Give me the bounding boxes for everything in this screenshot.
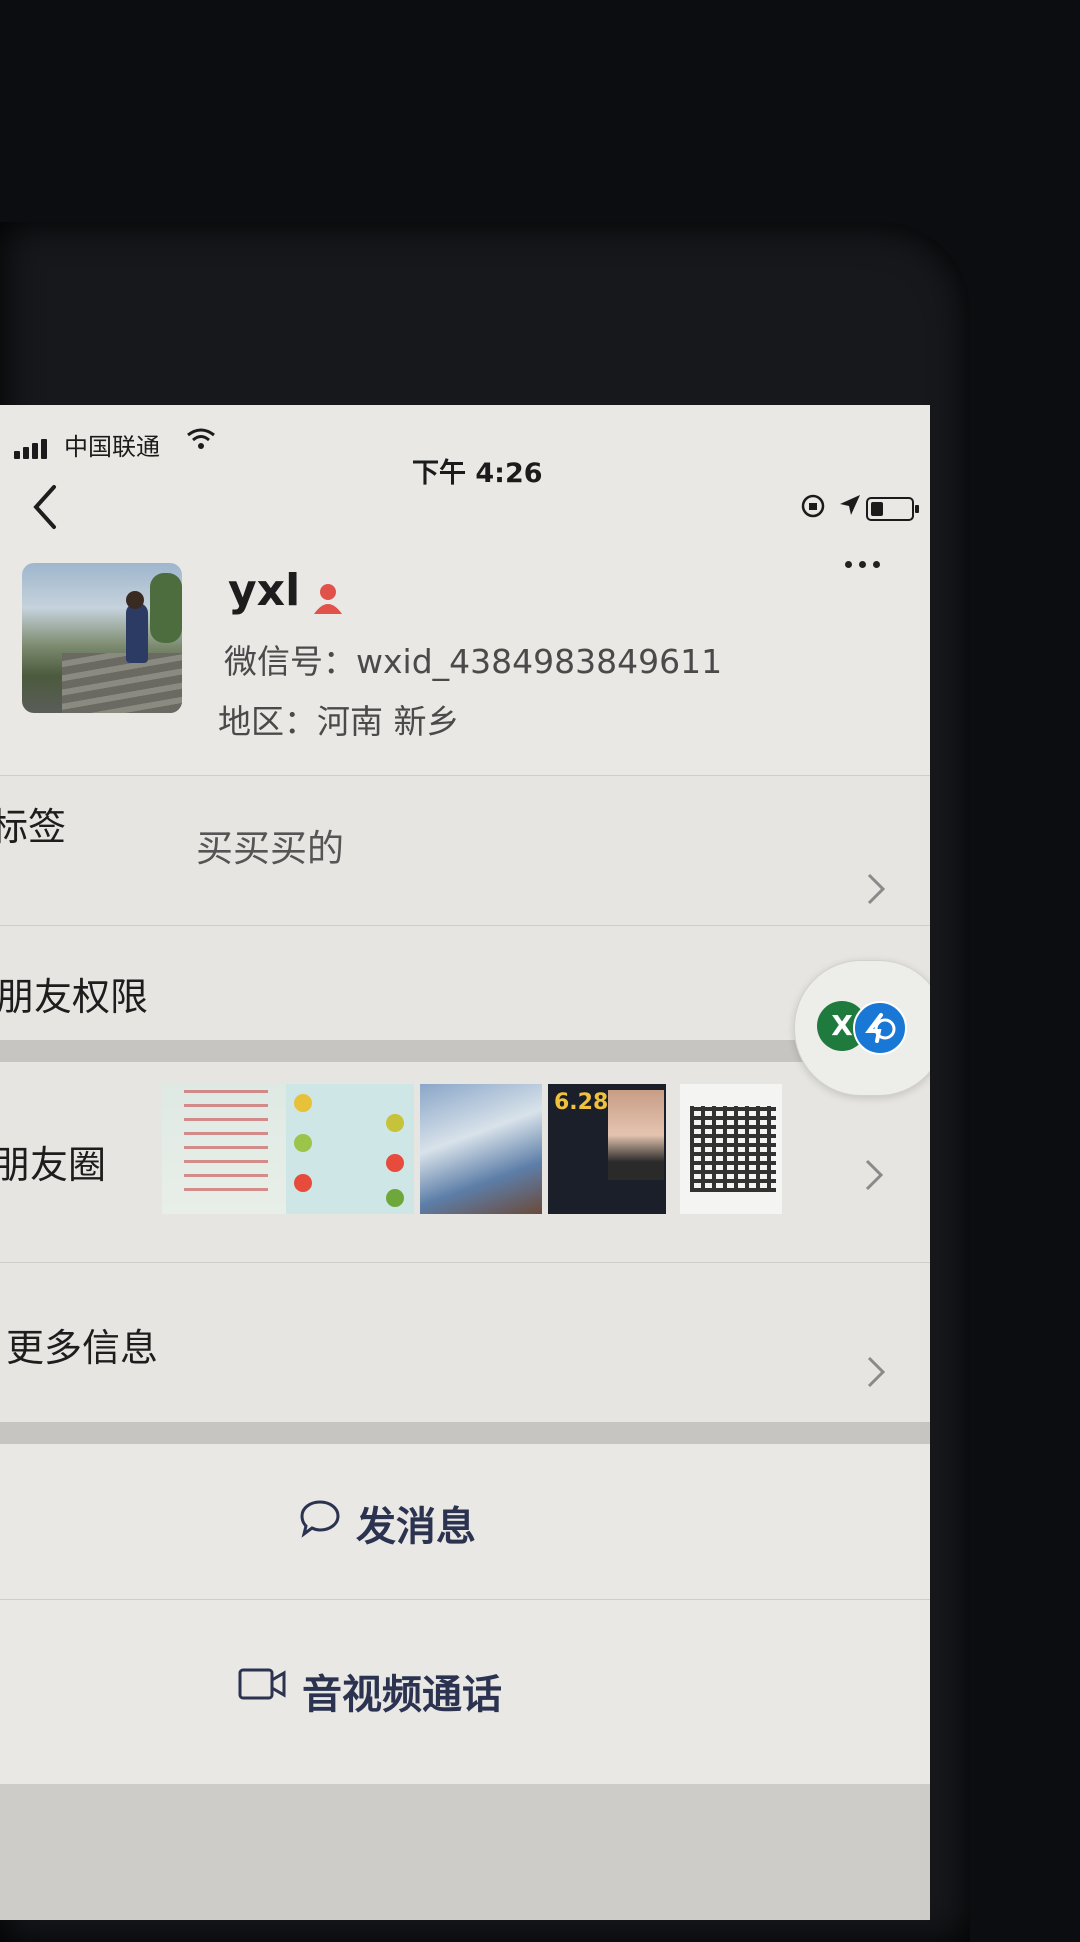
more-info-label: 更多信息 [6,1326,159,1370]
moments-thumb-poster: 6.28 [548,1084,666,1214]
chevron-right-icon [867,873,886,905]
more-info-row[interactable]: 更多信息 [0,1262,930,1423]
moments-permission-label: 朋友权限 [0,975,149,1019]
back-button[interactable] [24,477,68,537]
wifi-icon [187,428,215,449]
bottom-blank-area [0,1784,930,1920]
more-options-button[interactable] [845,553,895,583]
rotation-lock-icon [801,494,825,518]
section-divider [0,1422,930,1444]
moments-thumb-qr-code [680,1084,782,1214]
video-camera-icon [238,1668,286,1700]
video-call-label: 音视频通话 [302,1672,502,1718]
status-bar: 中国联通 下午 4:26 [0,415,930,521]
send-message-label: 发消息 [356,1504,476,1550]
region: 地区：河南 新乡 [218,702,460,741]
moments-row[interactable]: 朋友圈 6.28 [0,1062,930,1262]
moments-permission-row[interactable]: 朋友权限 [0,925,930,1041]
phone-screen: 中国联通 下午 4:26 yxl 微信号：wxid_4384983849611 … [0,405,930,1920]
female-icon [314,584,342,614]
moments-thumb-product-photo [420,1084,542,1214]
moments-thumb-fruit-menu [286,1084,414,1214]
location-icon [840,495,860,515]
tags-row[interactable]: 标签 买买买的 [0,775,930,926]
moments-label: 朋友圈 [0,1143,107,1187]
chevron-right-icon [867,1356,886,1388]
forward-icon [853,1001,907,1055]
tags-label: 标签 [0,805,67,849]
video-call-button[interactable]: 音视频通话 [0,1599,930,1785]
wechat-id: 微信号：wxid_4384983849611 [224,642,723,681]
section-divider [0,1040,930,1062]
battery-icon [866,497,919,521]
avatar[interactable] [22,563,182,713]
floating-assistant-button[interactable]: X [794,960,930,1096]
send-message-button[interactable]: 发消息 [0,1444,930,1599]
chat-bubble-icon [300,1500,340,1538]
chevron-right-icon [865,1159,884,1191]
signal-icon [14,431,50,459]
tags-value: 买买买的 [196,827,344,870]
nickname: yxl [228,565,301,616]
ellipsis-icon [845,561,852,568]
moments-thumb-promo-flyer [162,1084,286,1214]
carrier-name: 中国联通 [64,433,160,461]
status-time: 下午 4:26 [412,458,543,489]
